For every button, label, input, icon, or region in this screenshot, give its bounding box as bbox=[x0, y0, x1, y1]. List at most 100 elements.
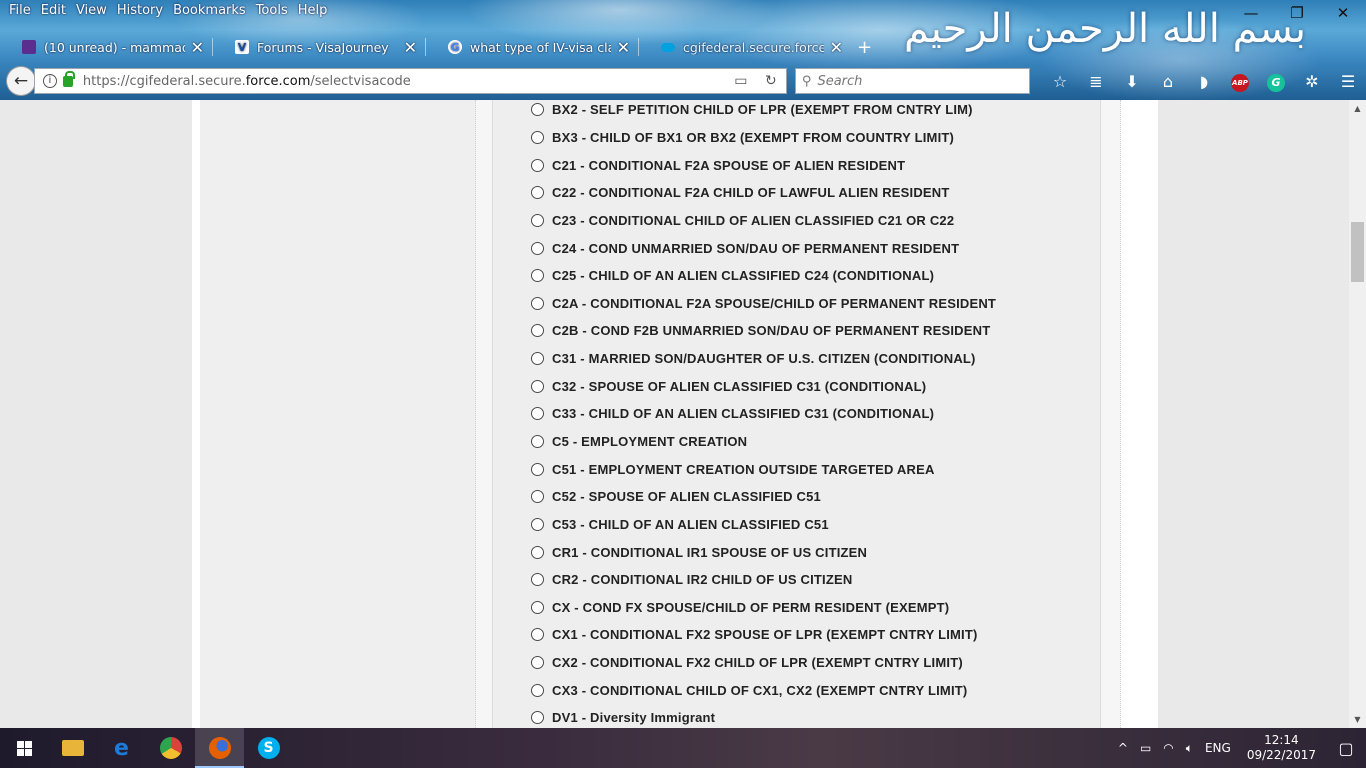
pocket-icon[interactable]: ◗ bbox=[1186, 72, 1222, 91]
radio-button[interactable] bbox=[531, 407, 544, 421]
radio-button[interactable] bbox=[531, 545, 544, 559]
page-scrollbar[interactable]: ▲ ▼ bbox=[1349, 100, 1366, 728]
visa-class-option[interactable]: C25 - CHILD OF AN ALIEN CLASSIFIED C24 (… bbox=[531, 262, 996, 290]
visa-class-option[interactable]: C5 - EMPLOYMENT CREATION bbox=[531, 428, 996, 456]
visa-class-option[interactable]: C21 - CONDITIONAL F2A SPOUSE OF ALIEN RE… bbox=[531, 151, 996, 179]
tab-cgifederal[interactable]: cgifederal.secure.force.com ✕ bbox=[639, 33, 851, 61]
menu-tools[interactable]: Tools bbox=[251, 0, 293, 22]
close-tab-icon[interactable]: ✕ bbox=[617, 38, 630, 57]
start-button[interactable] bbox=[0, 728, 48, 768]
close-tab-icon[interactable]: ✕ bbox=[404, 38, 417, 57]
close-window-button[interactable]: ✕ bbox=[1320, 2, 1366, 24]
taskbar-chrome[interactable] bbox=[146, 728, 195, 768]
close-tab-icon[interactable]: ✕ bbox=[830, 38, 843, 57]
visa-class-option[interactable]: C33 - CHILD OF AN ALIEN CLASSIFIED C31 (… bbox=[531, 400, 996, 428]
radio-button[interactable] bbox=[531, 656, 544, 670]
wifi-icon[interactable]: ◠ bbox=[1157, 741, 1179, 755]
menu-history[interactable]: History bbox=[112, 0, 168, 22]
reload-icon[interactable]: ↻ bbox=[756, 73, 786, 89]
lock-icon[interactable] bbox=[62, 70, 75, 87]
radio-button[interactable] bbox=[531, 683, 544, 697]
taskbar-firefox[interactable] bbox=[195, 728, 244, 768]
menu-edit[interactable]: Edit bbox=[36, 0, 71, 22]
grammarly-icon[interactable]: G bbox=[1258, 71, 1294, 92]
radio-button[interactable] bbox=[531, 103, 544, 117]
search-input[interactable]: ⚲ Search bbox=[794, 68, 1030, 94]
taskbar-edge[interactable]: e bbox=[97, 728, 146, 768]
new-tab-button[interactable]: + bbox=[857, 37, 872, 58]
visa-class-option[interactable]: CX2 - CONDITIONAL FX2 CHILD OF LPR (EXEM… bbox=[531, 649, 996, 677]
hamburger-menu-icon[interactable]: ☰ bbox=[1330, 72, 1366, 91]
tab-title: Forums - VisaJourney bbox=[257, 39, 389, 55]
radio-button[interactable] bbox=[531, 241, 544, 255]
extension-icon[interactable]: ✲ bbox=[1294, 72, 1330, 91]
scroll-up-icon[interactable]: ▲ bbox=[1349, 100, 1366, 117]
adblock-plus-icon[interactable]: ABP bbox=[1222, 70, 1258, 92]
menu-view[interactable]: View bbox=[71, 0, 112, 22]
restore-button[interactable]: ❐ bbox=[1274, 2, 1320, 24]
visa-class-option[interactable]: C53 - CHILD OF AN ALIEN CLASSIFIED C51 bbox=[531, 511, 996, 539]
visa-class-option[interactable]: C32 - SPOUSE OF ALIEN CLASSIFIED C31 (CO… bbox=[531, 372, 996, 400]
visa-class-option[interactable]: CR2 - CONDITIONAL IR2 CHILD OF US CITIZE… bbox=[531, 566, 996, 594]
visa-class-option[interactable]: CX3 - CONDITIONAL CHILD OF CX1, CX2 (EXE… bbox=[531, 676, 996, 704]
scroll-down-icon[interactable]: ▼ bbox=[1349, 711, 1366, 728]
back-button[interactable]: ← bbox=[6, 66, 36, 96]
visa-class-option[interactable]: C22 - CONDITIONAL F2A CHILD OF LAWFUL AL… bbox=[531, 179, 996, 207]
visa-class-option[interactable]: DV1 - Diversity Immigrant bbox=[531, 704, 996, 728]
bookmarks-library-icon[interactable]: ≣ bbox=[1078, 72, 1114, 91]
minimize-button[interactable]: — bbox=[1228, 2, 1274, 24]
url-text[interactable]: https://cgifederal.secure.force.com/sele… bbox=[83, 74, 726, 89]
menu-bookmarks[interactable]: Bookmarks bbox=[168, 0, 251, 22]
menu-file[interactable]: File bbox=[4, 0, 36, 22]
visa-class-option[interactable]: C52 - SPOUSE OF ALIEN CLASSIFIED C51 bbox=[531, 483, 996, 511]
radio-button[interactable] bbox=[531, 379, 544, 393]
radio-button[interactable] bbox=[531, 517, 544, 531]
action-center-icon[interactable]: ▢ bbox=[1326, 739, 1366, 758]
close-tab-icon[interactable]: ✕ bbox=[191, 38, 204, 57]
battery-icon[interactable]: ▭ bbox=[1134, 741, 1157, 755]
radio-button[interactable] bbox=[531, 628, 544, 642]
show-hidden-icons-icon[interactable]: ^ bbox=[1112, 741, 1134, 755]
visa-class-option[interactable]: CX - COND FX SPOUSE/CHILD OF PERM RESIDE… bbox=[531, 594, 996, 622]
visa-class-option[interactable]: BX2 - SELF PETITION CHILD OF LPR (EXEMPT… bbox=[531, 100, 996, 124]
radio-button[interactable] bbox=[531, 573, 544, 587]
radio-button[interactable] bbox=[531, 130, 544, 144]
radio-button[interactable] bbox=[531, 213, 544, 227]
radio-button[interactable] bbox=[531, 296, 544, 310]
radio-button[interactable] bbox=[531, 600, 544, 614]
radio-button[interactable] bbox=[531, 711, 544, 725]
radio-button[interactable] bbox=[531, 324, 544, 338]
tab-mail[interactable]: (10 unread) - mammadsulta ✕ bbox=[0, 33, 212, 61]
visa-class-option[interactable]: C2A - CONDITIONAL F2A SPOUSE/CHILD OF PE… bbox=[531, 289, 996, 317]
volume-icon[interactable]: 🔈︎ bbox=[1180, 741, 1199, 756]
language-indicator[interactable]: ENG bbox=[1199, 741, 1237, 755]
bookmark-star-icon[interactable]: ☆ bbox=[1042, 72, 1078, 91]
visa-class-option[interactable]: BX3 - CHILD OF BX1 OR BX2 (EXEMPT FROM C… bbox=[531, 124, 996, 152]
visa-class-option[interactable]: CR1 - CONDITIONAL IR1 SPOUSE OF US CITIZ… bbox=[531, 538, 996, 566]
home-icon[interactable]: ⌂ bbox=[1150, 72, 1186, 91]
tab-visajourney[interactable]: V Forums - VisaJourney ✕ bbox=[213, 33, 425, 61]
visa-class-option[interactable]: CX1 - CONDITIONAL FX2 SPOUSE OF LPR (EXE… bbox=[531, 621, 996, 649]
visa-class-option[interactable]: C24 - COND UNMARRIED SON/DAU OF PERMANEN… bbox=[531, 234, 996, 262]
taskbar-file-explorer[interactable] bbox=[48, 728, 97, 768]
radio-button[interactable] bbox=[531, 352, 544, 366]
radio-button[interactable] bbox=[531, 269, 544, 283]
reader-view-icon[interactable]: ▭ bbox=[726, 73, 756, 89]
radio-button[interactable] bbox=[531, 158, 544, 172]
scrollbar-thumb[interactable] bbox=[1351, 222, 1364, 282]
clock[interactable]: 12:14 09/22/2017 bbox=[1237, 733, 1326, 763]
radio-button[interactable] bbox=[531, 462, 544, 476]
visa-class-option[interactable]: C2B - COND F2B UNMARRIED SON/DAU OF PERM… bbox=[531, 317, 996, 345]
radio-button[interactable] bbox=[531, 186, 544, 200]
visa-class-option[interactable]: C31 - MARRIED SON/DAUGHTER OF U.S. CITIZ… bbox=[531, 345, 996, 373]
visa-class-option[interactable]: C23 - CONDITIONAL CHILD OF ALIEN CLASSIF… bbox=[531, 207, 996, 235]
tab-google[interactable]: G what type of IV-visa class fo ✕ bbox=[426, 33, 638, 61]
downloads-icon[interactable]: ⬇ bbox=[1114, 72, 1150, 91]
menu-help[interactable]: Help bbox=[293, 0, 333, 22]
radio-button[interactable] bbox=[531, 490, 544, 504]
taskbar-skype[interactable]: S bbox=[244, 728, 293, 768]
address-bar[interactable]: i https://cgifederal.secure.force.com/se… bbox=[33, 68, 787, 94]
visa-class-option[interactable]: C51 - EMPLOYMENT CREATION OUTSIDE TARGET… bbox=[531, 455, 996, 483]
radio-button[interactable] bbox=[531, 435, 544, 448]
info-icon[interactable]: i bbox=[42, 74, 57, 88]
